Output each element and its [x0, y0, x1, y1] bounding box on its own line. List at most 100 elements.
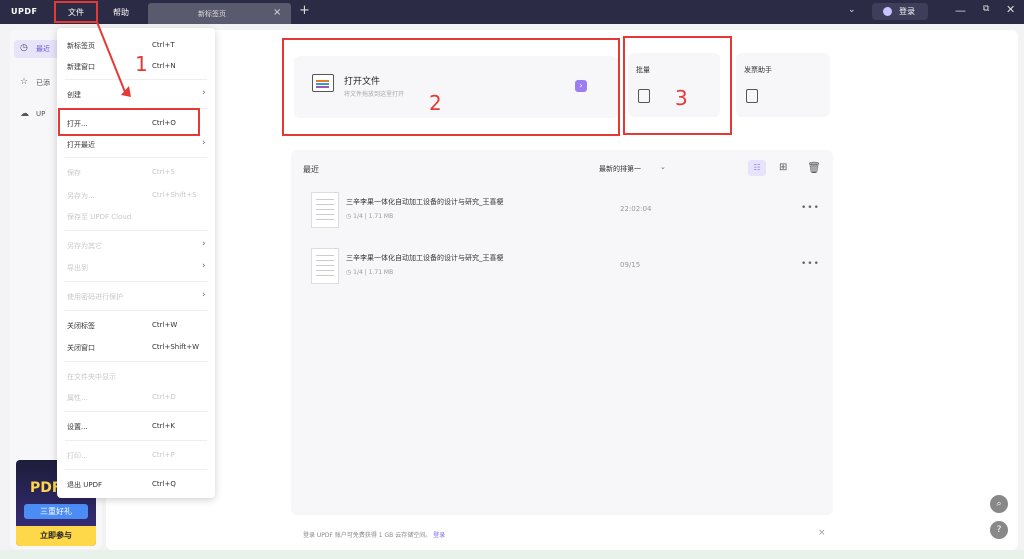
- chevron-down-icon[interactable]: ⌄: [848, 5, 856, 15]
- menu-item-settings[interactable]: 设置... Ctrl+K: [67, 419, 207, 433]
- menu-item-label: 另存为其它: [67, 242, 102, 250]
- sidebar-item-label: 最近: [36, 45, 50, 53]
- banner-message: 登录 UPDF 账户可免费获得 1 GB 云存储空间。: [303, 532, 432, 539]
- file-menu-dropdown: 新标签页 Ctrl+T 新建窗口 Ctrl+N 创建 › 打开... Ctrl+O 打开…: [57, 28, 215, 498]
- add-tab-icon[interactable]: +: [299, 3, 310, 18]
- recent-files-panel: 最近 最新的排第一 ⌄ ☷ ⊞ 🗑 三辛李果一体化自动加工设备的设计与研究_王喜…: [291, 150, 833, 515]
- menu-item-shortcut: Ctrl+W: [152, 321, 178, 329]
- annotation-box-file-menu: [54, 1, 98, 23]
- login-label: 登录: [899, 7, 915, 16]
- menu-item-shortcut: Ctrl+P: [152, 451, 175, 459]
- menu-item-label: 打开最近: [67, 141, 95, 149]
- file-size: 1.71 MB: [368, 213, 394, 220]
- menu-item-label: 使用密码进行保护: [67, 293, 123, 301]
- file-thumbnail: [311, 192, 339, 228]
- trash-icon[interactable]: 🗑: [807, 161, 821, 174]
- invoice-assistant-card[interactable]: 发票助手: [736, 53, 830, 117]
- sidebar-item-cloud[interactable]: ☁ UP: [14, 106, 54, 124]
- annotation-box-open: [58, 108, 200, 136]
- chevron-right-icon: ›: [202, 138, 206, 148]
- list-view-icon[interactable]: ☷: [748, 160, 766, 176]
- menu-item-shortcut: Ctrl+Q: [152, 480, 176, 488]
- menu-item-label: 属性...: [67, 394, 88, 402]
- file-size: 1.71 MB: [368, 269, 394, 276]
- file-name: 三辛李果一体化自动加工设备的设计与研究_王喜梗: [346, 198, 504, 206]
- sidebar-item-label: 已添: [36, 79, 50, 87]
- restore-icon[interactable]: ⧉: [983, 4, 989, 14]
- menu-help[interactable]: 帮助: [106, 5, 136, 20]
- menu-divider: [65, 281, 207, 282]
- menu-item-label: 另存为...: [67, 192, 95, 200]
- menu-item-export[interactable]: 导出到 ›: [67, 260, 207, 274]
- menu-item-show-in-folder[interactable]: 在文件夹中显示: [67, 369, 207, 383]
- menu-item-new-tab[interactable]: 新标签页 Ctrl+T: [67, 38, 207, 52]
- menu-item-properties[interactable]: 属性... Ctrl+D: [67, 390, 207, 404]
- menu-divider: [65, 157, 207, 158]
- grid-view-icon[interactable]: ⊞: [779, 162, 787, 173]
- menu-item-protect[interactable]: 使用密码进行保护 ›: [67, 289, 207, 303]
- file-meta: ◷ 1/4 | 1.71 MB: [346, 269, 394, 276]
- cloud-icon: ☁: [20, 109, 29, 119]
- more-icon[interactable]: •••: [801, 259, 820, 269]
- more-icon[interactable]: •••: [801, 203, 820, 213]
- file-row[interactable]: 三辛李果一体化自动加工设备的设计与研究_王喜梗 ◷ 1/4 | 1.71 MB …: [311, 248, 819, 292]
- tab-label: 新标签页: [198, 10, 226, 18]
- menu-item-save[interactable]: 保存 Ctrl+S: [67, 165, 207, 179]
- chevron-right-icon: ›: [202, 88, 206, 98]
- menu-item-label: 新标签页: [67, 42, 95, 50]
- annotation-number-3: 3: [675, 86, 688, 110]
- minimize-icon[interactable]: —: [955, 4, 966, 17]
- login-button[interactable]: 登录: [872, 3, 928, 20]
- menu-item-quit[interactable]: 退出 UPDF Ctrl+Q: [67, 477, 207, 491]
- menu-item-label: 退出 UPDF: [67, 481, 102, 489]
- tab-new[interactable]: 新标签页 ×: [148, 3, 291, 24]
- clock-icon: ◷: [20, 43, 28, 53]
- menu-item-label: 导出到: [67, 264, 88, 272]
- menu-item-save-other[interactable]: 另存为其它 ›: [67, 238, 207, 252]
- annotation-number-2: 2: [429, 91, 442, 115]
- app-logo: UPDF: [11, 7, 38, 16]
- menu-item-close-window[interactable]: 关闭窗口 Ctrl+Shift+W: [67, 340, 207, 354]
- menu-item-label: 创建: [67, 91, 81, 99]
- menu-item-label: 在文件夹中显示: [67, 373, 116, 381]
- annotation-box-open-card: [282, 38, 620, 136]
- recent-title: 最近: [303, 165, 319, 174]
- menu-item-close-tab[interactable]: 关闭标签 Ctrl+W: [67, 318, 207, 332]
- menu-divider: [65, 469, 207, 470]
- menu-item-save-as[interactable]: 另存为... Ctrl+Shift+S: [67, 188, 207, 202]
- invoice-icon: [746, 89, 758, 103]
- menu-item-label: 新建窗口: [67, 63, 95, 71]
- close-icon[interactable]: ×: [818, 528, 826, 538]
- bottom-strip: [0, 550, 1024, 559]
- menu-item-save-cloud[interactable]: 保存至 UPDF Cloud: [67, 209, 207, 223]
- tab-close-icon[interactable]: ×: [273, 7, 281, 18]
- search-icon[interactable]: ⌕: [990, 495, 1008, 513]
- menu-divider: [65, 230, 207, 231]
- menu-divider: [65, 310, 207, 311]
- sort-dropdown[interactable]: 最新的排第一: [599, 164, 641, 174]
- help-icon[interactable]: ?: [990, 521, 1008, 539]
- menu-divider: [65, 411, 207, 412]
- menu-item-shortcut: Ctrl+T: [152, 41, 175, 49]
- close-window-icon[interactable]: ✕: [1006, 3, 1015, 16]
- promo-join-button[interactable]: 立即参与: [16, 526, 96, 546]
- menu-item-shortcut: Ctrl+S: [152, 168, 175, 176]
- file-time: 09/15: [620, 261, 641, 269]
- menu-item-print[interactable]: 打印... Ctrl+P: [67, 448, 207, 462]
- menu-divider: [65, 361, 207, 362]
- menu-item-shortcut: Ctrl+Shift+S: [152, 191, 197, 199]
- invoice-assistant-label: 发票助手: [744, 66, 772, 74]
- menu-item-open-recent[interactable]: 打开最近 ›: [67, 137, 207, 151]
- sidebar-item-label: UP: [36, 110, 46, 118]
- sidebar-item-starred[interactable]: ☆ 已添: [14, 74, 54, 92]
- menu-item-label: 关闭标签: [67, 322, 95, 330]
- chevron-right-icon: ›: [202, 290, 206, 300]
- menu-item-create[interactable]: 创建 ›: [67, 87, 207, 101]
- file-time: 22:02:04: [620, 205, 652, 213]
- title-bar: UPDF 文件 帮助 新标签页 × + ⌄ 登录 — ⧉ ✕: [0, 0, 1024, 24]
- menu-item-label: 设置...: [67, 423, 88, 431]
- chevron-down-icon[interactable]: ⌄: [660, 163, 666, 171]
- file-row[interactable]: 三辛李果一体化自动加工设备的设计与研究_王喜梗 ◷ 1/4 | 1.71 MB …: [311, 192, 819, 236]
- menu-divider: [65, 440, 207, 441]
- banner-login-link[interactable]: 登录: [433, 532, 445, 539]
